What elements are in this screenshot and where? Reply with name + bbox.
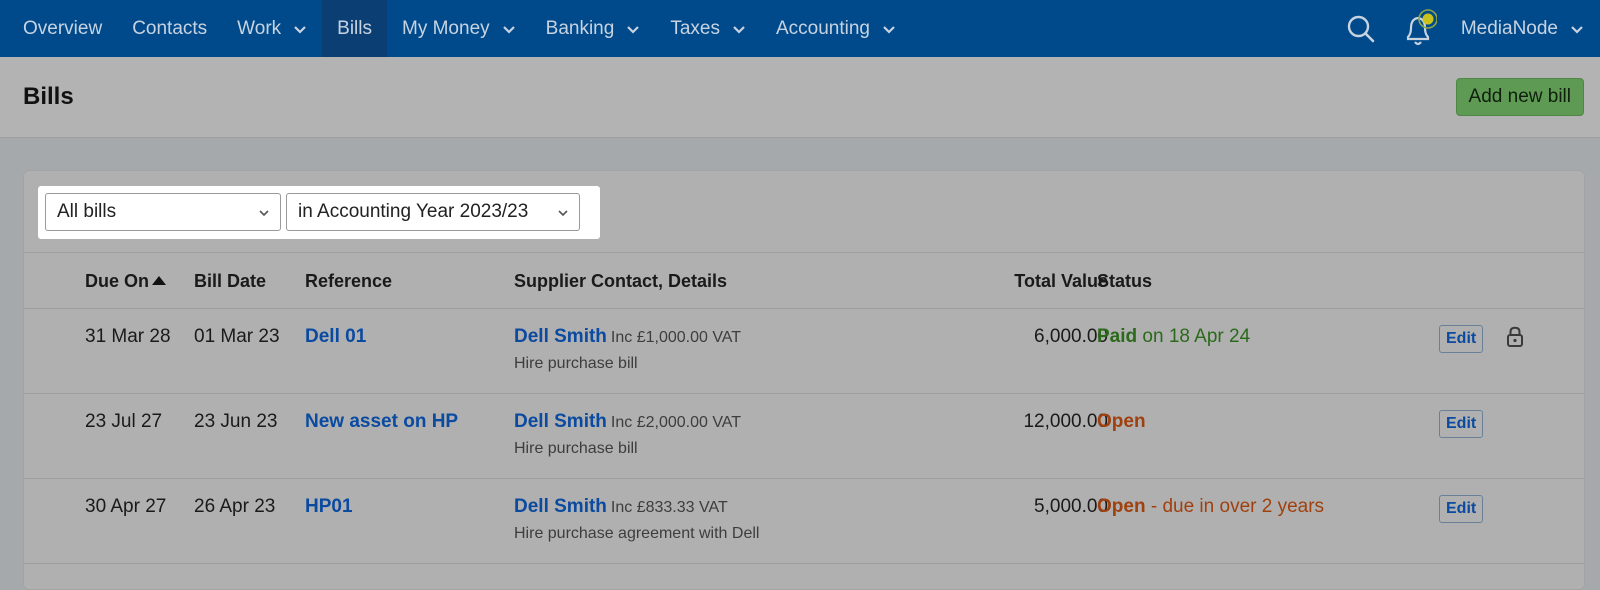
chevron-down-icon [502,25,515,34]
column-header-bill-date[interactable]: Bill Date [194,271,266,292]
nav-item-taxes[interactable]: Taxes [655,0,761,57]
status-note: on 18 Apr 24 [1142,326,1251,347]
bill-detail: Hire purchase bill [514,440,638,457]
supplier-link[interactable]: Dell Smith [514,326,607,347]
lock-icon [1507,326,1523,347]
status-label: Open [1097,496,1146,517]
bills-card: All bills in Accounting Year 2023/23 Due… [23,170,1585,590]
vat-note: Inc £2,000.00 VAT [610,414,742,431]
vat-note: Inc £1,000.00 VAT [610,329,742,346]
bill-detail: Hire purchase agreement with Dell [514,525,760,542]
due-on-cell: 30 Apr 27 [85,496,167,517]
bill-date-cell: 01 Mar 23 [194,326,280,347]
page-title: Bills [23,83,74,110]
edit-button[interactable]: Edit [1439,325,1484,353]
status-cell: Open [1097,411,1146,433]
chevron-down-icon [259,210,269,217]
filter-group: All bills in Accounting Year 2023/23 [38,186,600,239]
chevron-down-icon [558,210,568,217]
supplier-link[interactable]: Dell Smith [514,496,607,517]
period-select[interactable]: in Accounting Year 2023/23 [286,193,580,231]
total-value-cell: 12,000.00 [1023,411,1108,432]
due-on-cell: 31 Mar 28 [85,326,171,347]
table-row: 31 Mar 28 01 Mar 23 Dell 01 Dell Smith In… [24,309,1584,394]
supplier-cell: Dell Smith Inc £833.33 VAT Hire purchase … [514,496,759,543]
chevron-down-icon [1571,25,1583,34]
bill-detail: Hire purchase bill [514,355,638,372]
bill-date-cell: 23 Jun 23 [194,411,278,432]
edit-button[interactable]: Edit [1439,410,1484,438]
supplier-link[interactable]: Dell Smith [514,411,607,432]
status-cell: Paid on 18 Apr 24 [1097,326,1250,348]
table-row: 30 Apr 27 26 Apr 23 HP01 Dell Smith Inc £… [24,479,1584,564]
nav-item-label: My Money [402,17,490,39]
nav-item-label: Contacts [132,17,208,39]
column-header-total-value[interactable]: Total Value [1014,271,1108,292]
status-note: - due in over 2 years [1150,496,1325,517]
search-icon[interactable] [1341,9,1381,49]
column-header-supplier[interactable]: Supplier Contact, Details [514,271,727,292]
chevron-down-icon [883,25,895,34]
nav-item-bills[interactable]: Bills [322,0,387,57]
page-header: Bills Add new bill [0,57,1600,138]
edit-button[interactable]: Edit [1439,495,1484,523]
nav-item-label: Taxes [670,17,720,39]
bell-icon[interactable] [1399,8,1439,49]
sort-ascending-icon [152,276,167,285]
bill-type-select[interactable]: All bills [45,193,281,231]
period-value: in Accounting Year 2023/23 [298,201,529,222]
user-name: MediaNode [1460,17,1558,39]
column-header-reference[interactable]: Reference [305,271,392,292]
top-nav: Overview Contacts Work Bills My Money Ba… [0,0,1600,57]
add-new-bill-button[interactable]: Add new bill [1455,78,1584,116]
nav-item-work[interactable]: Work [222,0,322,57]
status-cell: Open - due in over 2 years [1097,496,1324,518]
nav-item-accounting[interactable]: Accounting [761,0,911,57]
nav-item-banking[interactable]: Banking [531,0,656,57]
user-menu[interactable]: MediaNode [1457,18,1600,40]
column-header-status[interactable]: Status [1097,271,1152,292]
bill-type-value: All bills [57,201,117,222]
status-label: Open [1097,411,1146,432]
column-header-label: Due On [85,271,150,291]
filter-bar: All bills in Accounting Year 2023/23 [24,171,1584,253]
supplier-cell: Dell Smith Inc £2,000.00 VAT Hire purchas… [514,411,741,458]
table-row: 23 Jul 27 23 Jun 23 New asset on HP Dell… [24,394,1584,479]
chevron-down-icon [294,25,306,34]
due-on-cell: 23 Jul 27 [85,411,163,432]
reference-link[interactable]: New asset on HP [305,411,458,433]
bill-date-cell: 26 Apr 23 [194,496,276,517]
nav-item-label: Work [237,17,282,39]
nav-right: MediaNode [1341,0,1600,57]
status-label: Paid [1097,326,1138,347]
column-header-due-on[interactable]: Due On [85,271,167,292]
nav-item-contacts[interactable]: Contacts [117,0,222,57]
nav-item-my-money[interactable]: My Money [387,0,531,57]
nav-item-label: Accounting [775,17,870,39]
reference-link[interactable]: Dell 01 [305,326,366,348]
nav-item-overview[interactable]: Overview [0,0,117,57]
reference-link[interactable]: HP01 [305,496,353,518]
supplier-cell: Dell Smith Inc £1,000.00 VAT Hire purchas… [514,326,741,373]
nav-item-label: Overview [23,17,103,39]
chevron-down-icon [733,25,745,34]
chevron-down-icon [627,25,640,34]
table-header: Due On Bill Date Reference Supplier Cont… [24,253,1584,309]
nav-item-label: Bills [337,17,372,39]
nav-item-label: Banking [545,17,615,39]
vat-note: Inc £833.33 VAT [610,499,728,516]
